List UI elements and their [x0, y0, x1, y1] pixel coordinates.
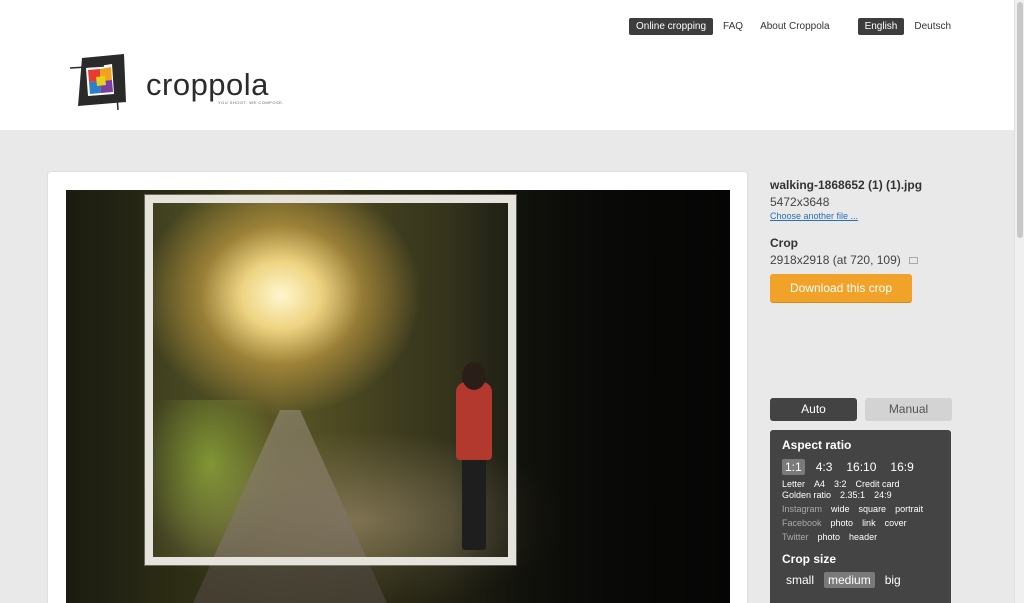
ratio-letter[interactable]: Letter	[782, 479, 805, 489]
download-crop-button[interactable]: Download this crop	[770, 274, 912, 302]
facebook-label: Facebook	[782, 518, 822, 528]
croppola-logo-icon	[68, 50, 132, 112]
ratio-credit-card[interactable]: Credit card	[856, 479, 900, 489]
crop-mask-right	[516, 190, 730, 603]
file-dimensions: 5472x3648	[770, 195, 830, 209]
ratio-golden[interactable]: Golden ratio	[782, 490, 831, 500]
ratio-3-2[interactable]: 3:2	[834, 479, 847, 489]
crop-preview-icon[interactable]	[908, 256, 918, 264]
ratio-4-3[interactable]: 4:3	[813, 459, 836, 475]
crop-mask-left	[66, 190, 145, 603]
logo-text: croppola YOU SHOOT. WE COMPOSE.	[146, 67, 284, 105]
aspect-ratio-main-row: 1:1 4:3 16:10 16:9	[782, 459, 939, 475]
size-medium[interactable]: medium	[824, 572, 875, 588]
crop-options-panel: Aspect ratio 1:1 4:3 16:10 16:9 Letter A…	[770, 430, 951, 603]
instagram-portrait[interactable]: portrait	[895, 504, 923, 514]
size-small[interactable]: small	[782, 572, 818, 588]
file-info-panel: walking-1868652 (1) (1).jpg 5472x3648 Ch…	[770, 178, 960, 302]
facebook-cover[interactable]: cover	[885, 518, 907, 528]
ratio-2-35-1[interactable]: 2.35:1	[840, 490, 865, 500]
aspect-ratio-title: Aspect ratio	[782, 438, 852, 452]
logo[interactable]: croppola YOU SHOOT. WE COMPOSE.	[68, 50, 284, 112]
crop-size-title: Crop size	[782, 552, 837, 566]
aspect-ratio-golden-row: Golden ratio 2.35:1 24:9	[782, 490, 939, 500]
crop-frame[interactable]	[145, 195, 516, 565]
top-navigation: Online cropping FAQ About Croppola Engli…	[629, 16, 961, 36]
facebook-row: Facebook photo link cover	[782, 518, 939, 528]
twitter-label: Twitter	[782, 532, 809, 542]
crop-mask-bottom	[145, 565, 516, 603]
instagram-label: Instagram	[782, 504, 823, 514]
ratio-24-9[interactable]: 24:9	[874, 490, 892, 500]
choose-another-file-link[interactable]: Choose another file ...	[770, 211, 960, 221]
facebook-link[interactable]: link	[862, 518, 876, 528]
mode-toggle: Auto Manual	[770, 398, 960, 421]
ratio-a4[interactable]: A4	[814, 479, 825, 489]
ratio-16-9[interactable]: 16:9	[887, 459, 916, 475]
instagram-row: Instagram wide square portrait	[782, 504, 939, 514]
crop-size-row: small medium big	[782, 572, 939, 588]
header: Online cropping FAQ About Croppola Engli…	[0, 0, 1014, 130]
scrollbar-thumb[interactable]	[1017, 2, 1023, 238]
ratio-16-10[interactable]: 16:10	[843, 459, 879, 475]
auto-mode-button[interactable]: Auto	[770, 398, 857, 421]
logo-wordmark: croppola	[146, 67, 269, 102]
nav-faq[interactable]: FAQ	[716, 18, 750, 35]
nav-about[interactable]: About Croppola	[753, 18, 837, 35]
crop-info-text: 2918x2918 (at 720, 109)	[770, 253, 901, 267]
page-scrollbar[interactable]	[1014, 0, 1024, 603]
aspect-ratio-paper-row: Letter A4 3:2 Credit card	[782, 479, 939, 489]
crop-info: 2918x2918 (at 720, 109)	[770, 253, 960, 267]
crop-title: Crop	[770, 236, 798, 250]
nav-online-cropping[interactable]: Online cropping	[629, 17, 714, 35]
manual-mode-button[interactable]: Manual	[865, 398, 952, 421]
lang-english[interactable]: English	[857, 17, 905, 35]
size-big[interactable]: big	[881, 572, 905, 588]
twitter-row: Twitter photo header	[782, 532, 939, 542]
twitter-photo[interactable]: photo	[818, 532, 841, 542]
instagram-square[interactable]: square	[859, 504, 887, 514]
ratio-1-1[interactable]: 1:1	[782, 459, 805, 475]
twitter-header[interactable]: header	[849, 532, 877, 542]
lang-deutsch[interactable]: Deutsch	[907, 18, 958, 35]
file-name: walking-1868652 (1) (1).jpg	[770, 178, 923, 192]
facebook-photo[interactable]: photo	[831, 518, 854, 528]
instagram-wide[interactable]: wide	[831, 504, 850, 514]
logo-tagline: YOU SHOOT. WE COMPOSE.	[218, 100, 284, 105]
